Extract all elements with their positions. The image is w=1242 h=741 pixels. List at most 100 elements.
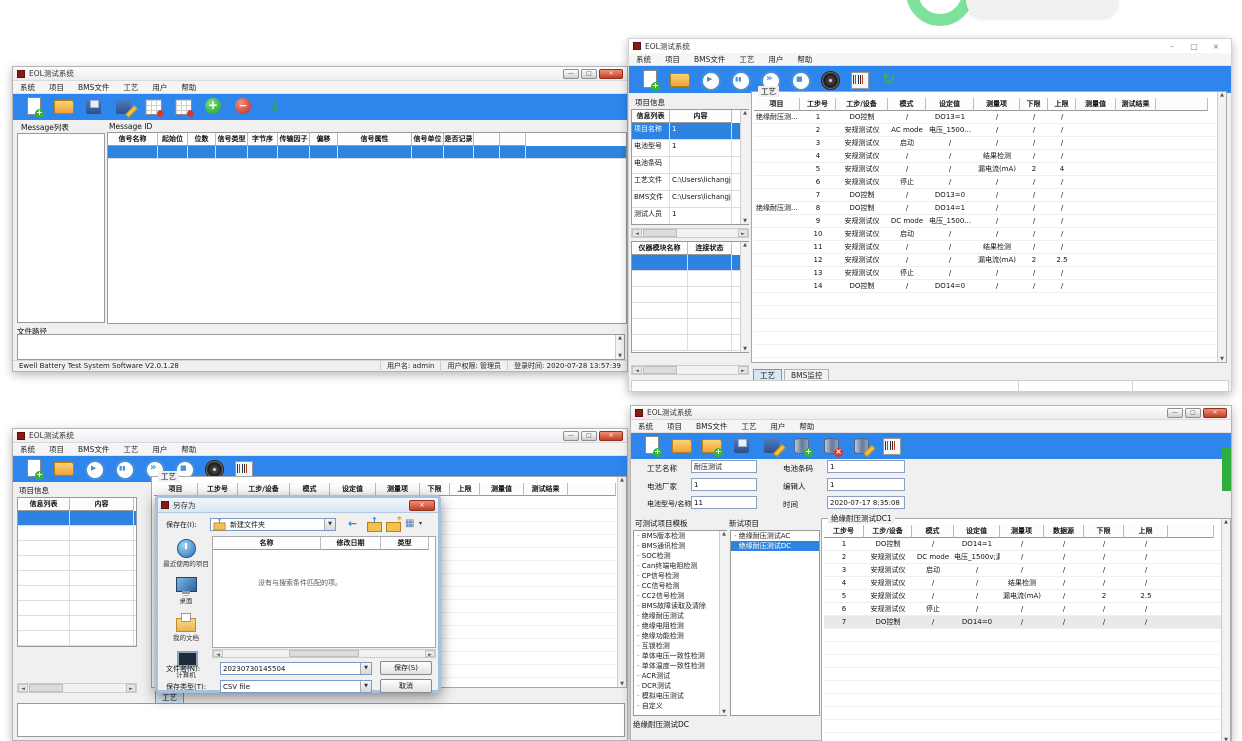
horizontal-scrollbar[interactable]: ◄► [631,228,749,238]
column-header[interactable]: 偏移 [310,133,338,146]
titlebar[interactable]: EOL测试系统 – □ × [629,39,1231,53]
barcode-icon[interactable] [850,70,870,90]
play-icon[interactable] [84,459,104,479]
vertical-scrollbar[interactable]: ▲▼ [740,242,749,352]
table-row[interactable]: 13安规测试仪停止//// [754,267,1216,280]
column-header[interactable]: 测量值 [480,483,524,496]
close-button[interactable]: × [1205,40,1227,53]
list-item[interactable]: SOC检测 [634,551,726,561]
horizontal-scrollbar[interactable]: ◄► [212,649,436,658]
list-item[interactable]: Can终端电阻检测 [634,561,726,571]
close-button[interactable]: × [1203,408,1227,418]
table-row[interactable] [632,255,748,271]
column-header[interactable]: 设定值 [954,525,1000,538]
column-header[interactable]: 内容 [670,110,732,123]
table-row[interactable]: 4安规测试仪//结果检测/// [824,577,1222,590]
cancel-button[interactable]: 取消 [380,679,432,693]
table-row[interactable] [18,511,136,526]
menu-item[interactable]: 项目 [658,53,687,66]
column-header[interactable] [500,133,526,146]
menu-item[interactable]: 工艺 [116,443,145,456]
table-row[interactable]: BMS文件C:\Users\lichangjiang\Desktop\ [632,191,748,208]
list-item[interactable]: BMS故障读取及清除 [634,601,726,611]
table-row[interactable]: 3安规测试仪启动///// [824,564,1222,577]
up-folder-icon[interactable] [367,518,382,531]
horizontal-scrollbar[interactable]: ◄► [17,683,137,693]
new-file-icon[interactable] [640,70,660,90]
column-header[interactable]: 测量值 [1076,98,1116,111]
menu-item[interactable]: 工艺 [116,81,145,94]
save-icon[interactable] [732,436,752,456]
column-header[interactable]: 上限 [450,483,480,496]
save-edit-icon[interactable] [762,436,782,456]
open-folder-icon[interactable] [54,459,74,479]
list-item[interactable]: 登录时间: 2020-07-28 13:57:39 [507,361,627,372]
battery-vendor-input[interactable]: 1 [691,478,757,491]
maximize-button[interactable]: □ [1185,408,1201,418]
save-button[interactable]: 保存(S) [380,661,432,675]
list-item[interactable]: Ewell Battery Test System Software V2.0.… [13,361,380,372]
new-file-icon[interactable] [24,459,44,479]
minimize-button[interactable]: – [1161,40,1183,53]
column-header[interactable]: 内容 [70,498,134,511]
list-item[interactable]: CC信号检测 [634,581,726,591]
list-item[interactable]: 单体电压一致性检测 [634,651,726,661]
menu-item[interactable]: 工艺 [734,420,763,433]
open-folder-icon[interactable] [670,70,690,90]
table-row[interactable]: 14DO控制/DO14=0/// [754,280,1216,293]
open-folder-icon[interactable] [672,436,692,456]
list-item[interactable]: 绝缘电阻检测 [634,621,726,631]
table-row[interactable]: 5安规测试仪//漏电流(mA)24 [754,163,1216,176]
column-header[interactable]: 工步号 [800,98,836,111]
vertical-scrollbar[interactable]: ▲▼ [615,335,624,359]
horizontal-scrollbar[interactable]: ◄► [631,365,749,375]
list-item[interactable]: 绝缘耐压测试AC [731,531,819,541]
table-export-icon[interactable] [144,97,164,117]
menu-item[interactable]: 工艺 [732,53,761,66]
column-header[interactable]: 名称 [213,537,321,550]
column-header[interactable]: 信号类型 [216,133,248,146]
menu-item[interactable]: 用户 [145,443,174,456]
time-input[interactable]: 2020-07-17 8:35:08 [827,496,905,509]
table-row[interactable] [108,146,626,159]
column-header[interactable]: 信号单位 [412,133,444,146]
table-row[interactable]: 4安规测试仪//结果检测// [754,150,1216,163]
list-item[interactable]: BMS版本检测 [634,531,726,541]
list-item[interactable]: 用户权限: 管理员 [440,361,507,372]
column-header[interactable]: 起始位 [158,133,188,146]
menu-item[interactable]: BMS文件 [689,420,734,433]
column-header[interactable] [568,483,616,496]
column-header[interactable]: 模式 [888,98,926,111]
table-row[interactable]: 7DO控制/DO14=0//// [824,616,1222,629]
menu-item[interactable]: 系统 [13,81,42,94]
column-header[interactable]: 类型 [381,537,429,550]
table-row[interactable]: 9安规测试仪DC mode电压_1500.../// [754,215,1216,228]
table-row[interactable]: 项目名称1 [632,123,748,140]
place-item[interactable]: 我的文档 [163,612,209,642]
column-header[interactable] [1156,98,1208,111]
column-header[interactable]: 测量项 [974,98,1020,111]
table-row[interactable]: 6安规测试仪停止//// [754,176,1216,189]
column-header[interactable]: 传输因子 [278,133,310,146]
column-header[interactable]: 工步/设备 [864,525,912,538]
column-header[interactable] [474,133,500,146]
column-header[interactable]: 信号名称 [108,133,158,146]
list-item[interactable]: 绝缘功能检测 [634,631,726,641]
list-item[interactable]: BMS通讯检测 [634,541,726,551]
disc-icon[interactable] [820,70,840,90]
menu-item[interactable]: 系统 [629,53,658,66]
menu-item[interactable]: 项目 [42,443,71,456]
dialog-titlebar[interactable]: 另存为 × [158,498,438,513]
column-header[interactable]: 修改日期 [321,537,381,550]
menu-item[interactable]: 系统 [631,420,660,433]
table-row[interactable]: 电池型号1 [632,140,748,157]
maximize-button[interactable]: □ [581,431,597,441]
menu-item[interactable]: 项目 [660,420,689,433]
menu-item[interactable]: 帮助 [792,420,821,433]
column-header[interactable]: 测量项 [1000,525,1044,538]
message-list-box[interactable] [17,133,105,323]
table-row[interactable]: 10安规测试仪启动//// [754,228,1216,241]
minimize-button[interactable]: — [563,431,579,441]
process-name-input[interactable]: 耐压测试 [691,460,757,473]
column-header[interactable]: 工步号 [824,525,864,538]
